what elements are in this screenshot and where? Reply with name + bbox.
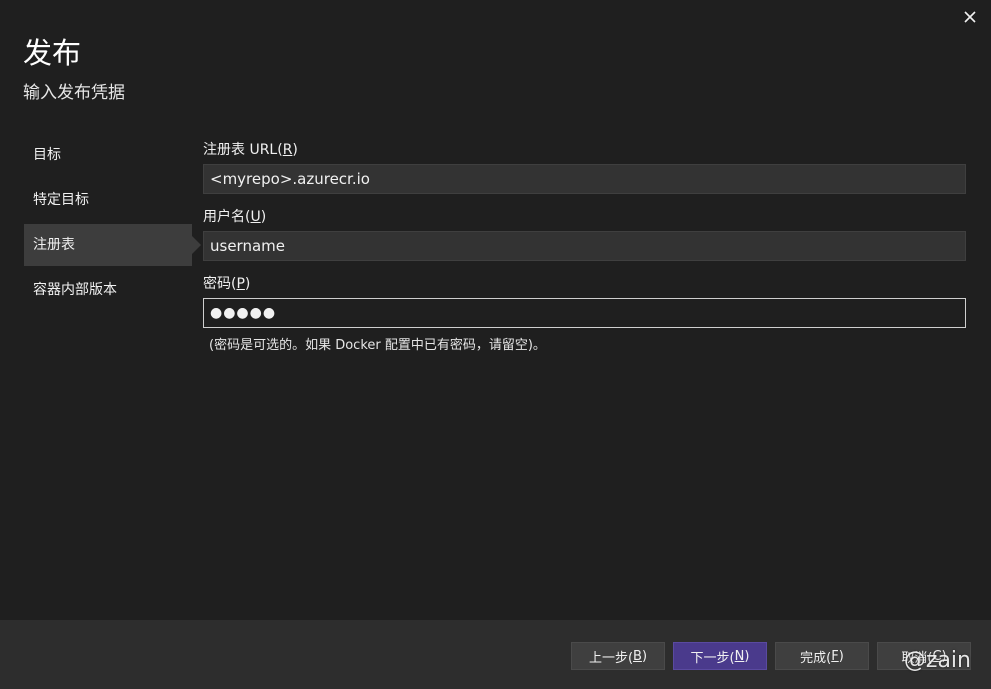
registry-url-input[interactable] [203,164,966,194]
username-label: 用户名(U) [203,209,267,225]
cancel-button[interactable]: 取消(C) [877,642,971,670]
nav-item-registry[interactable]: 注册表 [24,224,201,266]
next-button[interactable]: 下一步(N) [673,642,767,670]
close-icon [964,11,976,23]
password-hint: (密码是可选的。如果 Docker 配置中已有密码，请留空)。 [209,338,546,353]
back-button[interactable]: 上一步(B) [571,642,665,670]
nav-item-label: 特定目标 [33,192,89,208]
nav-item-label: 注册表 [33,237,75,253]
nav-item-container-build[interactable]: 容器内部版本 [24,269,192,311]
password-input[interactable] [203,298,966,328]
username-input[interactable] [203,231,966,261]
publish-dialog: 发布 输入发布凭据 目标 特定目标 注册表 容器内部版本 注册表 URL(R) … [0,0,991,689]
wizard-nav: 目标 特定目标 注册表 容器内部版本 [24,134,201,314]
finish-button[interactable]: 完成(F) [775,642,869,670]
nav-item-label: 目标 [33,147,61,163]
dialog-footer: 上一步(B) 下一步(N) 完成(F) 取消(C) [0,620,991,689]
registry-form: 注册表 URL(R) 用户名(U) 密码(P) (密码是可选的。如果 Docke… [203,140,966,356]
dialog-subtitle: 输入发布凭据 [23,83,125,103]
nav-item-target[interactable]: 目标 [24,134,192,176]
close-button[interactable] [959,6,981,28]
password-label: 密码(P) [203,276,251,292]
dialog-title: 发布 [23,36,82,70]
registry-url-label: 注册表 URL(R) [203,142,298,158]
nav-item-label: 容器内部版本 [33,282,117,298]
nav-item-specific-target[interactable]: 特定目标 [24,179,192,221]
